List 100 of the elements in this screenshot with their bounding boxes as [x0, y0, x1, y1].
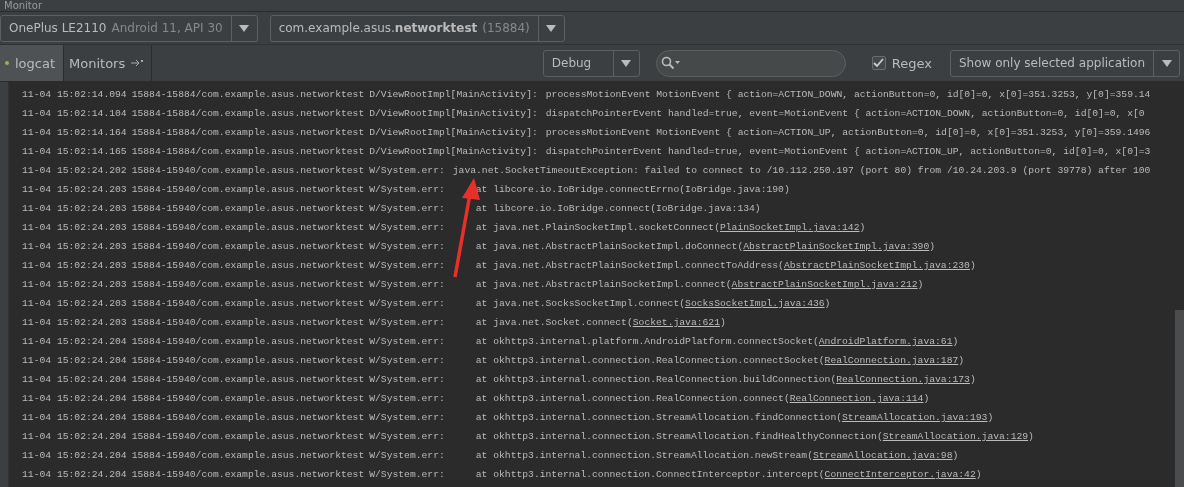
log-tag: W/System.err:	[369, 260, 445, 271]
device-dropdown[interactable]: OnePlus LE2110 Android 11, API 30	[0, 14, 258, 42]
log-message: java.net.SocketTimeoutException: failed to connect to /10.112.250.197 (port 80) from /10.24.203.9 (port 39778) after 100	[452, 165, 1151, 176]
log-message: at okhttp3.internal.connection.StreamAllocation.findHealthyConnection(StreamAllocation.java:129)	[475, 431, 1034, 442]
log-tag: W/System.err:	[369, 374, 445, 385]
log-process: 15884-15940/com.example.asus.networktest	[131, 450, 365, 461]
source-link[interactable]: PlainSocketImpl.java:142	[719, 222, 860, 233]
log-message: at okhttp3.internal.connection.StreamAllocation.findConnection(StreamAllocation.java:193)	[475, 412, 994, 423]
log-tag: W/System.err:	[369, 469, 445, 480]
log-process: 15884-15940/com.example.asus.networktest	[131, 336, 365, 347]
source-link[interactable]: AbstractPlainSocketImpl.java:212	[731, 279, 918, 290]
log-level-dropdown[interactable]: Debug	[542, 49, 640, 77]
log-message: at java.net.PlainSocketImpl.socketConnect(PlainSocketImpl.java:142)	[475, 222, 866, 233]
log-time: 11-04 15:02:24.203	[22, 317, 127, 328]
source-link[interactable]: ConnectInterceptor.java:42	[824, 469, 976, 480]
source-link[interactable]: AbstractPlainSocketImpl.java:230	[783, 260, 970, 271]
log-tag: W/System.err:	[369, 165, 445, 176]
log-message: at libcore.io.IoBridge.connectErrno(IoBridge.java:190)	[475, 184, 790, 195]
log-tag: W/System.err:	[369, 393, 445, 404]
log-time: 11-04 15:02:24.203	[22, 203, 127, 214]
log-process: 15884-15884/com.example.asus.networktest	[131, 89, 365, 100]
search-icon[interactable]	[660, 56, 681, 70]
source-link[interactable]: SocksSocketImpl.java:436	[685, 298, 825, 309]
log-time: 11-04 15:02:24.203	[22, 184, 127, 195]
log-time: 11-04 15:02:24.204	[22, 450, 127, 461]
log-time: 11-04 15:02:24.204	[22, 374, 127, 385]
log-process: 15884-15940/com.example.asus.networktest	[131, 298, 365, 309]
log-message: at java.net.Socket.connect(Socket.java:621)	[475, 317, 726, 328]
log-process: 15884-15940/com.example.asus.networktest	[131, 431, 365, 442]
log-process: 15884-15940/com.example.asus.networktest	[131, 241, 365, 252]
source-link[interactable]: AndroidPlatform.java:61	[818, 336, 953, 347]
log-message: at okhttp3.internal.connection.StreamAllocation.newStream(StreamAllocation.java:98)	[475, 450, 959, 461]
search-field[interactable]	[655, 49, 846, 77]
log-process: 15884-15884/com.example.asus.networktest	[131, 146, 365, 157]
log-message: at okhttp3.internal.connection.RealConnection.buildConnection(RealConnection.java:173)	[475, 374, 976, 385]
log-time: 11-04 15:02:14.104	[22, 108, 127, 119]
log-process: 15884-15940/com.example.asus.networktest	[131, 222, 365, 233]
log-process: 15884-15884/com.example.asus.networktest	[131, 127, 365, 138]
regex-label: Regex	[891, 55, 932, 71]
log-message: at java.net.AbstractPlainSocketImpl.connectToAddress(AbstractPlainSocketImpl.java:230)	[475, 260, 976, 271]
log-time: 11-04 15:02:24.203	[22, 279, 127, 290]
log-message: at libcore.io.IoBridge.connect(IoBridge.java:134)	[475, 203, 761, 214]
log-time: 11-04 15:02:14.094	[22, 89, 127, 100]
source-link[interactable]: RealConnection.java:173	[836, 374, 970, 385]
log-message: at java.net.SocksSocketImpl.connect(SocksSocketImpl.java:436)	[475, 298, 831, 309]
dropdown-arrow-icon[interactable]	[621, 59, 632, 67]
log-tag: W/System.err:	[369, 241, 445, 252]
log-process: 15884-15940/com.example.asus.networktest	[131, 412, 365, 423]
log-message: at java.net.AbstractPlainSocketImpl.doConnect(AbstractPlainSocketImpl.java:390)	[475, 241, 936, 252]
log-time: 11-04 15:02:14.164	[22, 127, 127, 138]
dropdown-arrow-icon[interactable]	[546, 24, 557, 32]
log-process: 15884-15940/com.example.asus.networktest	[131, 317, 365, 328]
log-time: 11-04 15:02:24.202	[22, 165, 127, 176]
dropdown-arrow-icon[interactable]	[1161, 59, 1172, 67]
log-tag: D/ViewRootImpl[MainActivity]:	[369, 89, 538, 100]
log-process: 15884-15940/com.example.asus.networktest	[131, 393, 365, 404]
pin-icon[interactable]	[131, 59, 144, 67]
log-tag: W/System.err:	[369, 412, 445, 423]
tab[interactable]: logcat	[0, 45, 65, 81]
log-process: 15884-15940/com.example.asus.networktest	[131, 469, 365, 480]
log-time: 11-04 15:02:24.203	[22, 241, 127, 252]
log-process: 15884-15940/com.example.asus.networktest	[131, 260, 365, 271]
log-message: at java.net.AbstractPlainSocketImpl.connect(AbstractPlainSocketImpl.java:212)	[475, 279, 924, 290]
dropdown-arrow-icon[interactable]	[239, 24, 250, 32]
log-message: dispatchPointerEvent handled=true, event=MotionEvent { action=ACTION_DOWN, actionButton=0, id[0]=0, x[0	[545, 108, 1145, 119]
log-time: 11-04 15:02:24.203	[22, 298, 127, 309]
source-link[interactable]: StreamAllocation.java:98	[812, 450, 953, 461]
log-message: at okhttp3.internal.connection.RealConnection.connect(RealConnection.java:114)	[475, 393, 930, 404]
log-process: 15884-15940/com.example.asus.networktest	[131, 203, 365, 214]
source-link[interactable]: StreamAllocation.java:129	[882, 431, 1029, 442]
source-link[interactable]: Socket.java:621	[632, 317, 720, 328]
log-time: 11-04 15:02:24.204	[22, 355, 127, 366]
log-tag: W/System.err:	[369, 336, 445, 347]
log-tag: D/ViewRootImpl[MainActivity]:	[369, 146, 538, 157]
log-process: 15884-15940/com.example.asus.networktest	[131, 374, 365, 385]
log-tag: W/System.err:	[369, 184, 445, 195]
log-message: at okhttp3.internal.platform.AndroidPlatform.connectSocket(AndroidPlatform.java:61)	[475, 336, 959, 347]
log-process: 15884-15940/com.example.asus.networktest	[131, 184, 365, 195]
tab[interactable]: Monitors	[64, 45, 153, 81]
source-link[interactable]: RealConnection.java:114	[789, 393, 924, 404]
panel-title: Monitor	[4, 0, 42, 11]
log-time: 11-04 15:02:24.204	[22, 336, 127, 347]
source-link[interactable]: AbstractPlainSocketImpl.java:390	[743, 241, 930, 252]
source-link[interactable]: StreamAllocation.java:193	[842, 412, 988, 423]
log-tag: W/System.err:	[369, 450, 445, 461]
log-time: 11-04 15:02:24.204	[22, 469, 127, 480]
scrollbar-thumb[interactable]	[1175, 310, 1184, 487]
app-dropdown[interactable]: com.example.asus.networktest (15884)	[269, 14, 565, 42]
log-time: 11-04 15:02:24.204	[22, 431, 127, 442]
log-tag: D/ViewRootImpl[MainActivity]:	[369, 127, 538, 138]
regex-checkbox[interactable]	[871, 56, 886, 70]
log-tag: D/ViewRootImpl[MainActivity]:	[369, 108, 538, 119]
log-message: processMotionEvent MotionEvent { action=ACTION_UP, actionButton=0, id[0]=0, x[0]=351.3253, y[0]=359.1496	[545, 127, 1151, 138]
log-tag: W/System.err:	[369, 317, 445, 328]
log-message: dispatchPointerEvent handled=true, event=MotionEvent { action=ACTION_UP, actionButton=0, id[0]=0, x[0]=3	[545, 146, 1151, 157]
log-tag: W/System.err:	[369, 222, 445, 233]
source-link[interactable]: RealConnection.java:187	[824, 355, 959, 366]
log-time: 11-04 15:02:24.204	[22, 412, 127, 423]
filter-dropdown[interactable]: Show only selected application	[949, 49, 1180, 77]
status-dot-icon	[5, 61, 9, 65]
